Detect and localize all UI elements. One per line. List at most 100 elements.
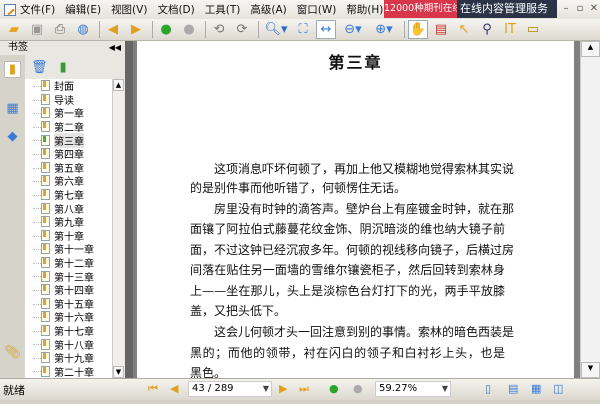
menu-advanced[interactable]: 高级(A) <box>250 2 286 17</box>
save-icon[interactable]: ▣ <box>27 20 47 39</box>
fit-page-icon[interactable]: ⛶ <box>293 20 313 39</box>
zoom-field[interactable]: 59.27% ▼ <box>375 381 451 397</box>
bookmark-item[interactable]: 第十五章 <box>25 297 112 311</box>
menu-window[interactable]: 窗口(W) <box>297 2 337 17</box>
hand-tool-icon[interactable]: ✋ <box>408 20 428 39</box>
status-prev-page-icon[interactable]: ◀ <box>170 382 178 395</box>
menu-document[interactable]: 文档(D) <box>157 2 194 17</box>
minimize-button[interactable]: – <box>560 3 572 15</box>
add-bookmark-icon[interactable]: ▮ <box>60 60 67 75</box>
back-icon[interactable]: ● <box>156 20 176 39</box>
layers-tab-icon[interactable]: ◆ <box>4 129 21 146</box>
bookmark-icon <box>41 229 50 241</box>
print-icon[interactable]: ⎙ <box>50 20 70 39</box>
bookmark-item[interactable]: 第一章 <box>25 106 112 120</box>
bookmark-icon <box>41 107 50 119</box>
zoom-chevron-down-icon[interactable]: ▼ <box>442 382 448 396</box>
bookmark-item[interactable]: 第十八章 <box>25 337 112 352</box>
zoom-out-icon[interactable]: ⊖▾ <box>339 20 367 39</box>
bookmark-item[interactable]: 第四章 <box>25 147 112 161</box>
bookmark-icon <box>41 284 50 296</box>
text-line: 的是别件事而他听错了，何顿愣住无话。 <box>190 181 407 195</box>
doc-scroll-down-icon[interactable]: ▼ <box>581 362 600 378</box>
bookmark-scrollbar[interactable]: ▲ ▼ <box>112 79 124 378</box>
menu-view[interactable]: 视图(V) <box>111 2 147 17</box>
ad-banner-journals[interactable]: 12000种期刊在线看 <box>384 0 457 18</box>
document-scrollbar[interactable]: ▲ ▼ <box>580 41 600 378</box>
bookmark-item[interactable]: 第十四章 <box>25 283 112 297</box>
rotate-right-icon[interactable]: ⟳ <box>232 20 252 39</box>
bookmark-item[interactable]: 第十六章 <box>25 310 112 324</box>
web-icon[interactable]: ◍ <box>73 20 93 39</box>
bookmark-item[interactable]: 第十章 <box>25 229 112 243</box>
delete-bookmark-icon[interactable]: 🗑︎ <box>31 60 48 75</box>
close-button[interactable]: ✕ <box>588 3 600 15</box>
bookmark-item[interactable]: 第十七章 <box>25 324 112 338</box>
chevron-down-icon[interactable]: ▼ <box>263 382 269 396</box>
bookmark-icon <box>41 134 50 146</box>
bookmark-icon <box>41 352 50 364</box>
fit-width-icon[interactable]: ↔ <box>316 20 336 39</box>
bookmark-icon <box>41 270 50 282</box>
forward-icon[interactable]: ● <box>179 20 199 39</box>
page-number-field[interactable]: 43 / 289 ▼ <box>188 381 272 397</box>
prev-page-icon[interactable]: ◀ <box>103 20 123 39</box>
status-text: 就绪 <box>3 384 25 397</box>
bookmark-item[interactable]: 导读 <box>25 93 112 107</box>
rotate-left-icon[interactable]: ⟲ <box>209 20 229 39</box>
ad-banner-content[interactable]: 在线内容管理服务 <box>457 0 557 18</box>
status-back-icon[interactable]: ● <box>329 382 339 395</box>
zoom-in-icon[interactable]: ⊕▾ <box>370 20 398 39</box>
find-icon[interactable]: ⚲ <box>477 20 497 39</box>
bookmark-item[interactable]: 第七章 <box>25 188 112 202</box>
status-forward-icon[interactable]: ● <box>353 382 363 395</box>
pdf-page: 第三章 这项消息吓坏何顿了，再加上他又模糊地觉得索林其实说 的是别件事而他听错了，… <box>137 41 574 401</box>
single-page-icon[interactable]: ▯ <box>485 382 491 395</box>
restore-button[interactable]: ▫ <box>574 3 586 15</box>
scroll-down-icon[interactable]: ▼ <box>113 366 124 378</box>
collapse-panel-icon[interactable]: ◀◀ <box>109 41 121 55</box>
bookmark-item[interactable]: 第十三章 <box>25 269 112 284</box>
facing-icon[interactable]: ▦ <box>531 382 541 395</box>
bookmark-item[interactable]: 第八章 <box>25 201 112 216</box>
thumbnails-tab-icon[interactable]: ▦ <box>4 101 21 118</box>
bookmark-item[interactable]: 第三章 <box>25 132 112 148</box>
menu-help[interactable]: 帮助(H) <box>346 2 383 17</box>
camera-icon[interactable]: ▭ <box>523 20 543 39</box>
attachments-tab-icon[interactable]: 📎︎ <box>4 345 21 362</box>
menu-tools[interactable]: 工具(T) <box>205 2 241 17</box>
bookmark-item[interactable]: 第二章 <box>25 120 112 134</box>
menu-bar: 文件(F) 编辑(E) 视图(V) 文档(D) 工具(T) 高级(A) 窗口(W… <box>0 0 600 19</box>
bookmark-item[interactable]: 封面 <box>25 79 112 93</box>
select-arrow-icon[interactable]: ↖ <box>454 20 474 39</box>
text-line: 黑的；而他的领带，衬在闪白的领子和白衬衫上头，也是 <box>190 346 505 360</box>
bookmark-item[interactable]: 第六章 <box>25 174 112 188</box>
bookmarks-tab-icon[interactable]: ▮ <box>4 61 21 78</box>
menu-file[interactable]: 文件(F) <box>20 2 55 17</box>
status-next-page-icon[interactable]: ▶ <box>279 382 287 395</box>
bookmark-item[interactable]: 第十二章 <box>25 256 112 270</box>
toolbar: ▰ ▣ ⎙ ◍ ◀ ▶ ● ● ⟲ ⟳ 🔍︎▾ ⛶ ↔ ⊖▾ ⊕▾ ✋ ▤ ↖ … <box>0 19 600 41</box>
text-line: 这会儿何顿才头一回注意到别的事情。索林的暗色西装是 <box>214 325 515 339</box>
open-icon[interactable]: ▰ <box>4 20 24 39</box>
document-view: 第三章 这项消息吓坏何顿了，再加上他又模糊地觉得索林其实说 的是别件事而他听错了，… <box>133 41 580 401</box>
first-page-icon[interactable]: ⏮ <box>148 382 158 396</box>
menu-edit[interactable]: 编辑(E) <box>65 2 101 17</box>
zoom-tool-icon[interactable]: 🔍︎▾ <box>262 20 290 39</box>
text-line: 面，不过这钟已经沉寂多年。何顿的视线移向镜子，后横过房 <box>190 243 515 257</box>
bookmark-item[interactable]: 第十九章 <box>25 351 112 365</box>
next-page-icon[interactable]: ▶ <box>126 20 146 39</box>
snapshot-icon[interactable]: ▤ <box>431 20 451 39</box>
continuous-icon[interactable]: ▤ <box>508 382 518 395</box>
continuous-facing-icon[interactable]: ◫ <box>553 382 563 395</box>
bookmark-item[interactable]: 第十一章 <box>25 242 112 256</box>
bookmark-item[interactable]: 第二十章 <box>25 364 112 378</box>
text-line: 上——坐在那儿，头上是淡棕色台灯打下的光，两手平放膝 <box>190 284 505 298</box>
bookmark-item[interactable]: 第五章 <box>25 161 112 175</box>
last-page-icon[interactable]: ⏭ <box>299 382 309 396</box>
bookmark-icon <box>41 311 50 323</box>
bookmark-item[interactable]: 第九章 <box>25 215 112 229</box>
scroll-up-icon[interactable]: ▲ <box>113 79 124 91</box>
doc-scroll-up-icon[interactable]: ▲ <box>581 41 600 57</box>
text-select-icon[interactable]: IT <box>500 20 520 39</box>
